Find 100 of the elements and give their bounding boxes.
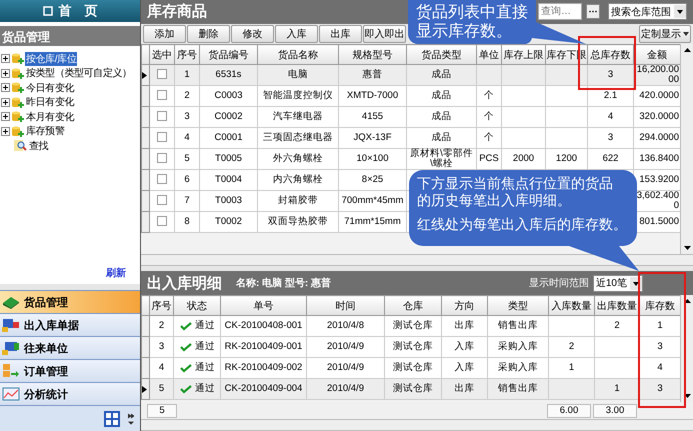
- column-header[interactable]: 入库数量: [548, 296, 594, 316]
- tree-item[interactable]: 按类型（类型可自定义）: [25, 66, 133, 80]
- browse-button[interactable]: [586, 4, 600, 20]
- chevron-icon[interactable]: [128, 412, 134, 424]
- table-cell: 成品: [406, 128, 476, 148]
- coin-stack-icon: [11, 124, 24, 138]
- column-header[interactable]: 库存上限: [502, 44, 546, 64]
- column-header[interactable]: 货品名称: [258, 44, 338, 64]
- row-checkbox[interactable]: [157, 90, 167, 100]
- column-header[interactable]: 时间: [306, 296, 384, 316]
- toolbar-button[interactable]: 删除: [187, 24, 230, 43]
- tree-item[interactable]: 今日有变化: [25, 80, 76, 95]
- expand-icon[interactable]: [1, 98, 10, 107]
- row-checkbox[interactable]: [157, 174, 167, 184]
- refresh-link[interactable]: 刷新: [106, 266, 126, 280]
- table-cell: 成品: [406, 106, 476, 128]
- column-header[interactable]: 总库存数: [588, 44, 634, 64]
- toolbar-button[interactable]: 出库: [319, 24, 362, 43]
- grid-icon[interactable]: [104, 410, 120, 426]
- row-checkbox[interactable]: [157, 68, 167, 78]
- search-field[interactable]: 查询…: [538, 3, 582, 20]
- table-cell: 10×100: [338, 148, 406, 170]
- nav-button[interactable]: 出入库单据: [0, 313, 140, 336]
- expand-icon[interactable]: [1, 112, 10, 122]
- column-header[interactable]: 序号: [174, 44, 200, 64]
- column-header[interactable]: 金额: [634, 44, 680, 64]
- table-cell: 封箱胶带: [258, 190, 338, 212]
- table-cell: 4: [588, 106, 634, 128]
- column-header[interactable]: 出库数量: [594, 296, 640, 316]
- scrollbar[interactable]: [680, 44, 693, 254]
- expand-icon[interactable]: [1, 83, 10, 92]
- table-cell: 出库: [442, 316, 488, 337]
- scrollbar[interactable]: [141, 419, 693, 431]
- table-cell: 2: [174, 86, 200, 106]
- range-dropdown[interactable]: 近10笔: [592, 274, 643, 292]
- toolbar-button[interactable]: 添加: [143, 24, 186, 43]
- tree-item[interactable]: 库存预警: [25, 124, 66, 138]
- column-header[interactable]: 规格型号: [338, 44, 406, 64]
- row-checkbox[interactable]: [157, 110, 167, 120]
- caret-icon: [674, 5, 686, 18]
- coin-stack-icon: [11, 66, 24, 80]
- expand-icon[interactable]: [1, 68, 10, 78]
- column-header[interactable]: 方向: [442, 296, 488, 316]
- table-cell: 2010/4/9: [306, 336, 384, 358]
- table-cell: 6: [174, 170, 200, 190]
- scope-dropdown[interactable]: 搜索仓库范围: [608, 3, 687, 20]
- row-checkbox[interactable]: [157, 132, 167, 142]
- search-icon: [14, 139, 27, 152]
- column-header[interactable]: 单号: [220, 296, 306, 316]
- table-cell: 销售出库: [488, 378, 548, 400]
- tree-item[interactable]: 本月有变化: [25, 110, 76, 124]
- tree-item[interactable]: 查找: [28, 138, 50, 153]
- column-header[interactable]: 状态: [174, 296, 220, 316]
- caret-icon: [683, 32, 689, 36]
- table-cell: 2: [548, 336, 594, 358]
- table-cell: 出库: [442, 378, 488, 400]
- table-cell: 外六角螺栓: [258, 148, 338, 170]
- column-header[interactable]: 类型: [488, 296, 548, 316]
- nav-button[interactable]: 往来单位: [0, 336, 140, 359]
- expand-icon[interactable]: [1, 126, 10, 136]
- nav-button[interactable]: 货品管理: [0, 290, 140, 313]
- nav-button[interactable]: 分析统计: [0, 382, 140, 405]
- expand-icon[interactable]: [1, 54, 10, 64]
- table-cell: C0001: [200, 128, 258, 148]
- scrollbar[interactable]: [141, 254, 693, 266]
- table-cell: 3: [174, 106, 200, 128]
- toolbar-button[interactable]: 入库: [275, 24, 318, 43]
- toolbar-button[interactable]: 即入即出: [363, 24, 406, 43]
- column-header[interactable]: 仓库: [384, 296, 442, 316]
- column-header[interactable]: 序号: [150, 296, 174, 316]
- total-in: 6.00: [547, 404, 591, 418]
- table-cell: C0002: [200, 106, 258, 128]
- table-cell: 采购入库: [488, 336, 548, 358]
- highlight-frame: [578, 36, 636, 90]
- table-cell: 汽车继电器: [258, 106, 338, 128]
- column-header[interactable]: 货品编号: [200, 44, 258, 64]
- callout-text: 货品列表中直接: [416, 3, 528, 22]
- tree-item[interactable]: 昨日有变化: [25, 95, 76, 110]
- status-text: 通过: [195, 321, 215, 332]
- row-checkbox[interactable]: [157, 194, 167, 204]
- table-cell: XMTD-7000: [338, 86, 406, 106]
- toolbar-button[interactable]: 修改: [231, 24, 274, 43]
- table-cell: 8: [174, 212, 200, 232]
- table-cell: 惠普: [338, 64, 406, 86]
- column-header[interactable]: 货品类型: [406, 44, 476, 64]
- home-tab[interactable]: 首 页: [0, 0, 140, 22]
- current-row-icon: [142, 72, 147, 78]
- table-cell: C0003: [200, 86, 258, 106]
- current-row-icon: [142, 386, 147, 393]
- column-header[interactable]: 库存数: [640, 296, 680, 316]
- total-out: 3.00: [593, 404, 637, 418]
- column-header[interactable]: 选中: [150, 44, 174, 64]
- row-checkbox[interactable]: [157, 216, 167, 226]
- custom-view-button[interactable]: 定制显示: [639, 24, 691, 43]
- tree-item[interactable]: 按仓库/库位: [25, 52, 78, 66]
- row-checkbox[interactable]: [157, 152, 167, 162]
- nav-button[interactable]: 订单管理: [0, 359, 140, 382]
- column-header[interactable]: 单位: [476, 44, 502, 64]
- book-icon: [2, 294, 20, 310]
- chart-icon: [2, 386, 20, 402]
